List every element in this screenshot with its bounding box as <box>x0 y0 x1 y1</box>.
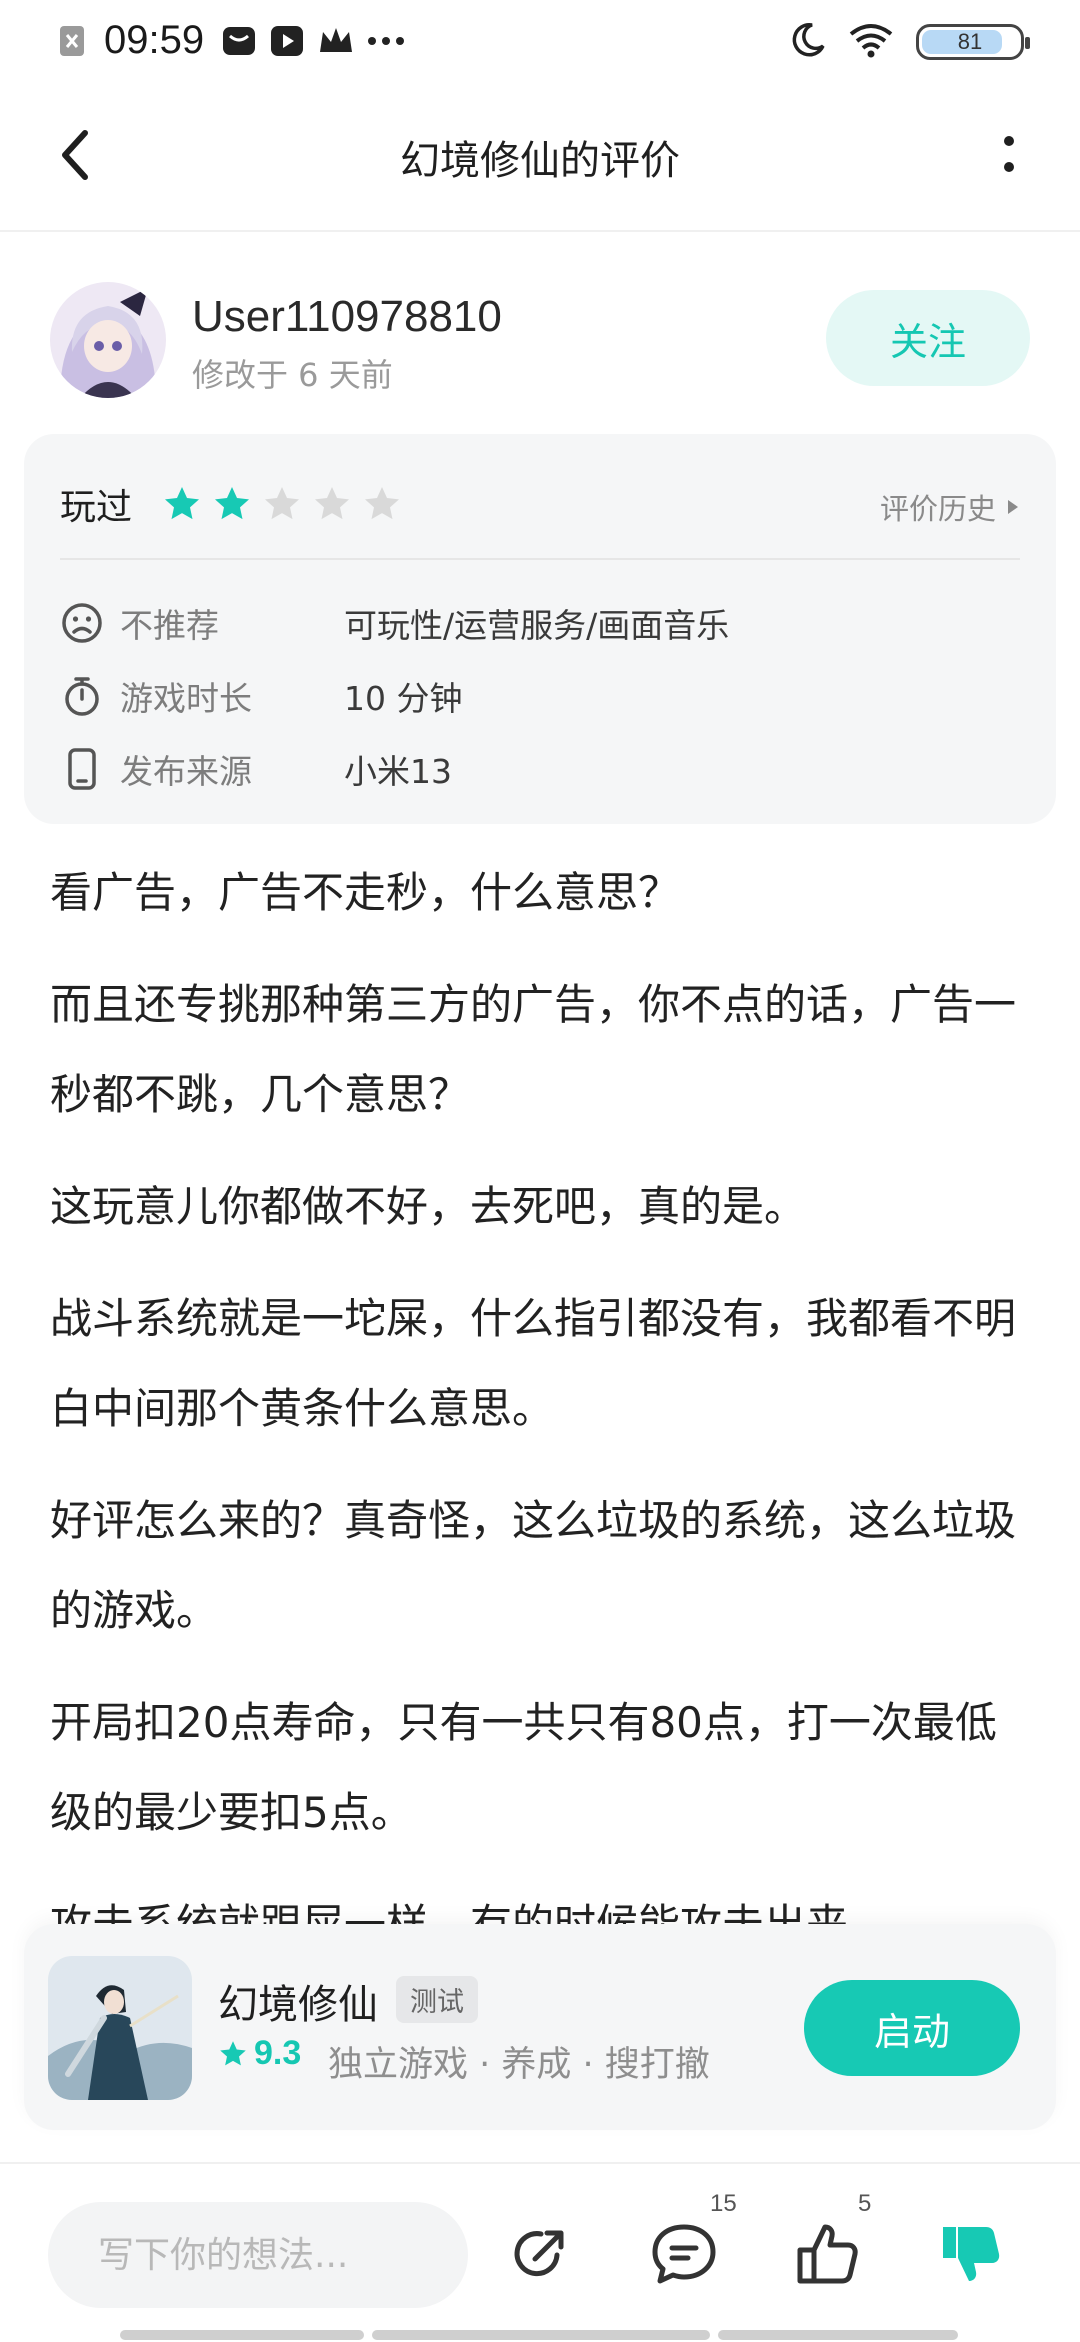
like-count: 5 <box>858 2190 872 2217</box>
info-row-source: 发布来源 小米13 <box>60 738 1000 800</box>
status-time: 09:59 <box>104 18 205 62</box>
bottom-action-bar: 15 5 <box>0 2162 1080 2342</box>
info-label: 游戏时长 <box>120 679 252 718</box>
star-filled-icon <box>165 487 200 520</box>
close-notification-icon <box>56 24 90 58</box>
more-button[interactable] <box>974 120 1044 190</box>
review-paragraph: 战斗系统就是一坨屎，什么指引都没有，我都看不明白中间那个黄条什么意思。 <box>50 1294 1017 1433</box>
crown-icon <box>318 24 353 58</box>
thumbs-down-icon <box>943 2227 1000 2281</box>
share-button[interactable] <box>500 2214 580 2294</box>
status-bar: 09:59 81 <box>0 0 1080 90</box>
game-name[interactable]: 幻境修仙 <box>218 1972 378 2030</box>
stopwatch-icon <box>60 674 104 718</box>
info-value: 可玩性/运营服务/画面音乐 <box>344 606 730 645</box>
star-empty-icon <box>265 487 300 520</box>
header: 幻境修仙的评价 <box>0 90 1080 232</box>
gesture-bar <box>372 2330 710 2340</box>
info-value: 10 分钟 <box>344 679 463 718</box>
more-dots-icon <box>366 24 405 58</box>
comment-count: 15 <box>710 2190 737 2217</box>
info-row-recommend: 不推荐 可玩性/运营服务/画面音乐 <box>60 592 1000 654</box>
game-score-value: 9.3 <box>254 2034 302 2072</box>
gesture-bar <box>120 2330 364 2340</box>
rating-card: 玩过 评价历史 不推荐 可玩性/运营服务/画面音乐 游戏时长 10 分钟 发布来… <box>24 434 1056 824</box>
author-row: User110978810 修改于 6 天前 关注 <box>50 278 1030 408</box>
battery-level: 81 <box>957 29 983 54</box>
follow-button[interactable]: 关注 <box>826 290 1030 386</box>
game-card[interactable]: 幻境修仙 测试 9.3 独立游戏 · 养成 · 搜打撤 启动 <box>24 1924 1056 2130</box>
thumbs-up-icon <box>797 2224 858 2284</box>
sad-face-icon <box>60 601 104 645</box>
gesture-bar <box>718 2330 958 2340</box>
comment-icon <box>652 2224 716 2284</box>
info-label: 发布来源 <box>120 752 252 791</box>
author-name[interactable]: User110978810 <box>192 292 502 342</box>
review-paragraph: 这玩意儿你都做不好，去死吧，真的是。 <box>50 1182 807 1231</box>
game-tag: 测试 <box>396 1976 478 2023</box>
review-paragraph: 攻击系统就跟屎一样，有的时候能攻击出来 <box>50 1900 849 1928</box>
star-filled-icon <box>215 487 250 520</box>
info-label: 不推荐 <box>120 606 219 645</box>
like-button[interactable]: 5 <box>788 2190 871 2294</box>
rating-history-link[interactable]: 评价历史 <box>880 486 1020 528</box>
rating-history-label: 评价历史 <box>879 492 996 526</box>
author-meta: 修改于 6 天前 <box>192 356 393 394</box>
moon-icon <box>790 22 826 62</box>
battery-icon: 81 <box>916 24 1030 60</box>
review-body: 看广告，广告不走秒，什么意思？ 而且还专挑那种第三方的广告，你不点的话，广告一秒都… <box>50 848 1035 1928</box>
game-genres: 独立游戏 · 养成 · 搜打撤 <box>328 2045 710 2085</box>
comment-input[interactable] <box>48 2202 468 2308</box>
message-icon <box>222 24 256 58</box>
info-row-playtime: 游戏时长 10 分钟 <box>60 665 1000 727</box>
divider <box>60 558 1020 560</box>
video-icon <box>270 24 304 58</box>
page-title: 幻境修仙的评价 <box>400 138 680 184</box>
info-value: 小米13 <box>344 752 452 791</box>
dislike-button[interactable] <box>932 2214 1012 2294</box>
game-score: 9.3 <box>218 2034 301 2073</box>
vertical-dots-icon <box>1004 136 1014 172</box>
phone-icon <box>60 747 104 791</box>
star-rating <box>162 484 402 524</box>
launch-button[interactable]: 启动 <box>804 1980 1020 2076</box>
review-paragraph: 好评怎么来的？真奇怪，这么垃圾的系统，这么垃圾的游戏。 <box>50 1496 1017 1635</box>
wifi-icon <box>848 22 894 62</box>
comment-button[interactable]: 15 <box>644 2190 737 2294</box>
triangle-right-icon <box>1008 500 1018 514</box>
game-icon[interactable] <box>48 1956 192 2100</box>
review-paragraph: 而且还专挑那种第三方的广告，你不点的话，广告一秒都不跳，几个意思？ <box>50 980 1017 1119</box>
star-empty-icon <box>365 487 400 520</box>
play-status: 玩过 <box>60 487 133 528</box>
share-icon <box>514 2230 564 2277</box>
review-paragraph: 开局扣20点寿命，只有一共只有80点，打一次最低级的最少要扣5点。 <box>50 1698 997 1837</box>
avatar[interactable] <box>50 282 166 398</box>
review-paragraph: 看广告，广告不走秒，什么意思？ <box>50 868 681 917</box>
star-icon <box>220 2040 246 2065</box>
star-empty-icon <box>315 487 350 520</box>
